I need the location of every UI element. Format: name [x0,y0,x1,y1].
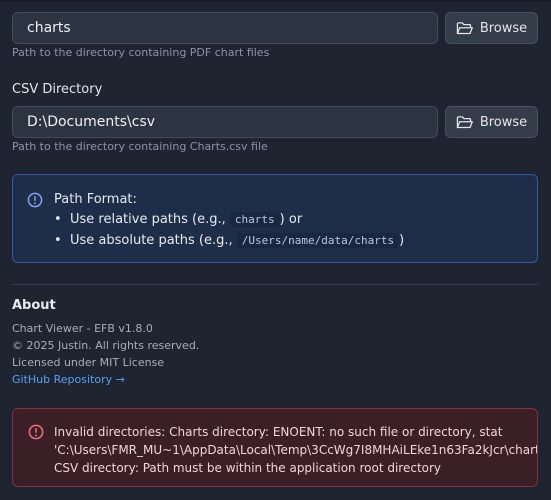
link-label: GitHub Repository [12,373,113,386]
error-message: Invalid directories: Charts directory: E… [54,423,538,477]
csv-directory-input[interactable] [12,106,438,138]
error-line: 'C:\Users\FMR_MU~1\AppData\Local\Temp\3C… [54,443,538,457]
charts-browse-button[interactable]: Browse [445,12,538,44]
csv-directory-row: Browse [12,106,538,138]
bullet-icon: • [54,212,62,227]
charts-directory-input[interactable] [12,12,438,44]
arrow-right-icon: → [115,373,125,386]
item-suffix: ) or [279,212,303,227]
charts-directory-hint: Path to the directory containing PDF cha… [12,46,270,59]
about-heading: About [12,298,56,313]
path-format-info-box: Path Format: • Use relative paths (e.g., … [12,174,538,263]
info-icon [27,192,43,208]
csv-directory-label: CSV Directory [12,82,103,97]
about-copyright: © 2025 Justin. All rights reserved. [12,339,200,352]
browse-label: Browse [479,20,528,36]
path-format-item-absolute: • Use absolute paths (e.g., /Users/name/d… [54,233,404,248]
browse-label: Browse [479,114,528,130]
charts-directory-row: Browse [12,12,538,44]
about-license: Licensed under MIT License [12,356,165,369]
bullet-icon: • [54,233,62,248]
item-text: Use relative paths (e.g., [70,212,230,227]
top-edge-divider [0,0,551,2]
code-snippet: charts [229,212,280,227]
csv-browse-button[interactable]: Browse [445,106,538,138]
about-version: Chart Viewer - EFB v1.8.0 [12,322,153,335]
csv-directory-hint: Path to the directory containing Charts.… [12,140,268,153]
error-line: CSV directory: Path must be within the a… [54,461,442,475]
github-repository-link[interactable]: GitHub Repository → [12,373,125,386]
path-format-title: Path Format: [54,192,137,207]
error-alert: Invalid directories: Charts directory: E… [12,408,538,487]
error-line: Invalid directories: Charts directory: E… [54,425,503,439]
alert-circle-icon [28,424,44,440]
folder-open-icon [456,21,473,34]
section-divider [12,284,538,285]
item-text: Use absolute paths (e.g., [70,233,237,248]
folder-open-icon [456,115,473,128]
item-suffix: ) [399,233,405,248]
code-snippet: /Users/name/data/charts [236,233,400,248]
path-format-item-relative: • Use relative paths (e.g., charts) or [54,212,302,227]
